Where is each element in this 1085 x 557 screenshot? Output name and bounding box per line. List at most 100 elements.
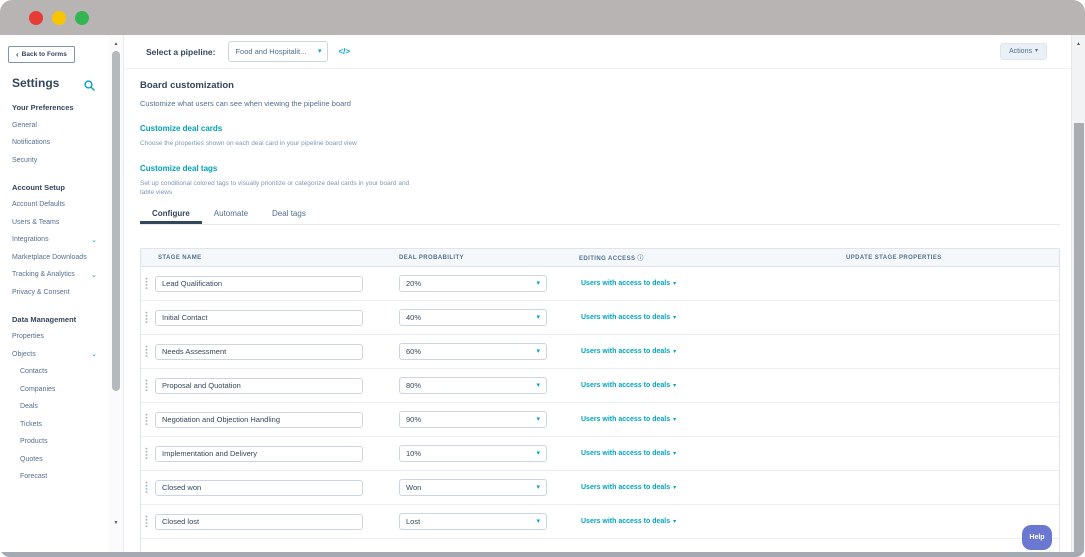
stage-row: 20%▾ Users with access to deals▾ — [141, 267, 1059, 301]
sidebar-item-security[interactable]: Security — [0, 152, 109, 170]
actions-button-label: Actions — [1009, 48, 1032, 55]
main-scrollbar-thumb[interactable] — [1074, 123, 1084, 557]
editing-access-dropdown[interactable]: Users with access to deals ▾ — [581, 484, 676, 491]
deal-probability-select[interactable]: 20% ▾ — [399, 275, 547, 292]
sidebar-item-label: Marketplace Downloads — [12, 253, 87, 261]
editing-access-dropdown[interactable]: Users with access to deals ▾ — [581, 348, 676, 355]
editing-access-dropdown[interactable]: Users with access to deals ▾ — [581, 382, 676, 389]
tab-configure[interactable]: Configure — [140, 209, 202, 224]
drag-handle[interactable] — [145, 481, 148, 494]
stage-row: 90%▾ Users with access to deals▾ — [141, 403, 1059, 437]
drag-handle[interactable] — [145, 345, 148, 358]
deal-probability-select[interactable]: 80% ▾ — [399, 377, 547, 394]
editing-access-label: Users with access to deals — [581, 314, 671, 321]
editing-access-dropdown[interactable]: Users with access to deals ▾ — [581, 416, 676, 423]
sidebar-item-label: Privacy & Consent — [12, 288, 70, 296]
board-customization-section: Board customization Customize what users… — [125, 69, 1071, 557]
zoom-window-button[interactable] — [75, 10, 89, 25]
stage-row: 60%▾ Users with access to deals▾ — [141, 335, 1059, 369]
deal-probability-select[interactable]: 60% ▾ — [399, 343, 547, 360]
stage-name-cell — [141, 377, 399, 394]
drag-handle[interactable] — [145, 379, 148, 392]
stage-row: 80%▾ Users with access to deals▾ — [141, 369, 1059, 403]
sidebar-scrollbar[interactable]: ▲ ▼ — [109, 35, 124, 552]
sidebar-section-header: Account Setup — [12, 182, 65, 192]
scroll-up-arrow-icon[interactable]: ▲ — [109, 39, 123, 49]
stage-name-cell — [141, 445, 399, 462]
sidebar-item-quotes[interactable]: Quotes — [0, 451, 109, 469]
sidebar-item-objects[interactable]: Objects ⌄ — [0, 346, 109, 364]
drag-handle[interactable] — [145, 515, 148, 528]
editing-access-cell: Users with access to deals ▾ — [579, 518, 846, 525]
sidebar-item-properties[interactable]: Properties — [0, 329, 109, 347]
stage-name-input[interactable] — [155, 377, 363, 394]
search-icon[interactable] — [84, 78, 95, 91]
sidebar-item-account-defaults[interactable]: Account Defaults — [0, 197, 109, 215]
sidebar-item-forecast[interactable]: Forecast — [0, 469, 109, 487]
editing-access-dropdown[interactable]: Users with access to deals ▾ — [581, 314, 676, 321]
editing-access-dropdown[interactable]: Users with access to deals ▾ — [581, 450, 676, 457]
close-window-button[interactable] — [29, 10, 43, 25]
info-icon[interactable]: ⓘ — [637, 256, 643, 262]
sidebar-item-marketplace-downloads[interactable]: Marketplace Downloads — [0, 249, 109, 267]
chevron-down-icon: ▾ — [673, 485, 677, 491]
deal-probability-select[interactable]: Lost ▾ — [399, 513, 547, 530]
stage-name-cell — [141, 309, 399, 326]
stage-name-input[interactable] — [155, 411, 363, 428]
editing-access-dropdown[interactable]: Users with access to deals ▾ — [581, 280, 676, 287]
sidebar-item-tickets[interactable]: Tickets — [0, 416, 109, 434]
sidebar-item-notifications[interactable]: Notifications — [0, 135, 109, 153]
customize-deal-tags-link[interactable]: Customize deal tags — [140, 164, 217, 173]
sidebar-item-products[interactable]: Products — [0, 434, 109, 452]
stage-name-input[interactable] — [155, 309, 363, 326]
deal-probability-value: 60% — [406, 347, 422, 356]
pipeline-select-dropdown[interactable]: Food and Hospitalit... ▾ — [228, 41, 329, 62]
stage-name-input[interactable] — [155, 275, 363, 292]
stage-name-input[interactable] — [155, 479, 363, 496]
stage-name-cell — [141, 411, 399, 428]
sidebar-item-users-teams[interactable]: Users & Teams — [0, 214, 109, 232]
chevron-down-icon: ▾ — [673, 315, 677, 321]
sidebar-scrollbar-thumb[interactable] — [112, 51, 120, 391]
sidebar-item-deals[interactable]: Deals — [0, 399, 109, 417]
deal-probability-select[interactable]: 10% ▾ — [399, 445, 547, 462]
customize-deal-cards-link[interactable]: Customize deal cards — [140, 124, 222, 133]
stage-name-input[interactable] — [155, 343, 363, 360]
drag-handle[interactable] — [145, 447, 148, 460]
deal-probability-select[interactable]: 40% ▾ — [399, 309, 547, 326]
deal-probability-cell: 10% ▾ — [399, 445, 579, 462]
sidebar-item-general[interactable]: General — [0, 117, 109, 135]
drag-handle[interactable] — [145, 311, 148, 324]
drag-handle[interactable] — [145, 413, 148, 426]
chevron-down-icon: ▾ — [673, 383, 677, 389]
sidebar-item-contacts[interactable]: Contacts — [0, 364, 109, 382]
tab-automate[interactable]: Automate — [202, 209, 260, 224]
scroll-down-arrow-icon[interactable]: ▼ — [109, 518, 123, 528]
stage-name-input[interactable] — [155, 445, 363, 462]
actions-button[interactable]: Actions ▾ — [1000, 43, 1047, 60]
window-titlebar — [0, 0, 1085, 35]
editing-access-dropdown[interactable]: Users with access to deals ▾ — [581, 518, 676, 525]
stage-name-input[interactable] — [155, 513, 363, 530]
deal-probability-value: Lost — [406, 517, 421, 526]
help-button[interactable]: Help — [1022, 525, 1052, 550]
column-header-label: DEAL PROBABILITY — [399, 254, 464, 261]
minimize-window-button[interactable] — [52, 10, 66, 25]
main-scrollbar[interactable]: ▲ — [1071, 35, 1085, 557]
back-to-forms-button[interactable]: ‹ Back to Forms — [8, 46, 75, 63]
drag-handle[interactable] — [145, 277, 148, 290]
chevron-down-icon: ▾ — [536, 484, 540, 491]
deal-probability-select[interactable]: 90% ▾ — [399, 411, 547, 428]
deal-probability-select[interactable]: Won ▾ — [399, 479, 547, 496]
sidebar-item-label: Companies — [20, 385, 56, 393]
sidebar-item-privacy-consent[interactable]: Privacy & Consent — [0, 284, 109, 302]
sidebar-item-companies[interactable]: Companies — [0, 381, 109, 399]
sidebar-section-data-management: Data Management Properties Objects ⌄ Contact… — [0, 315, 109, 487]
editing-access-cell: Users with access to deals ▾ — [579, 280, 846, 287]
sidebar-item-integrations[interactable]: Integrations ⌄ — [0, 232, 109, 250]
tab-deal-tags[interactable]: Deal tags — [260, 209, 318, 224]
editing-access-cell: Users with access to deals ▾ — [579, 314, 846, 321]
scroll-up-arrow-icon[interactable]: ▲ — [1072, 39, 1085, 49]
code-icon[interactable]: </> — [338, 47, 350, 56]
sidebar-item-tracking-analytics[interactable]: Tracking & Analytics ⌄ — [0, 267, 109, 285]
